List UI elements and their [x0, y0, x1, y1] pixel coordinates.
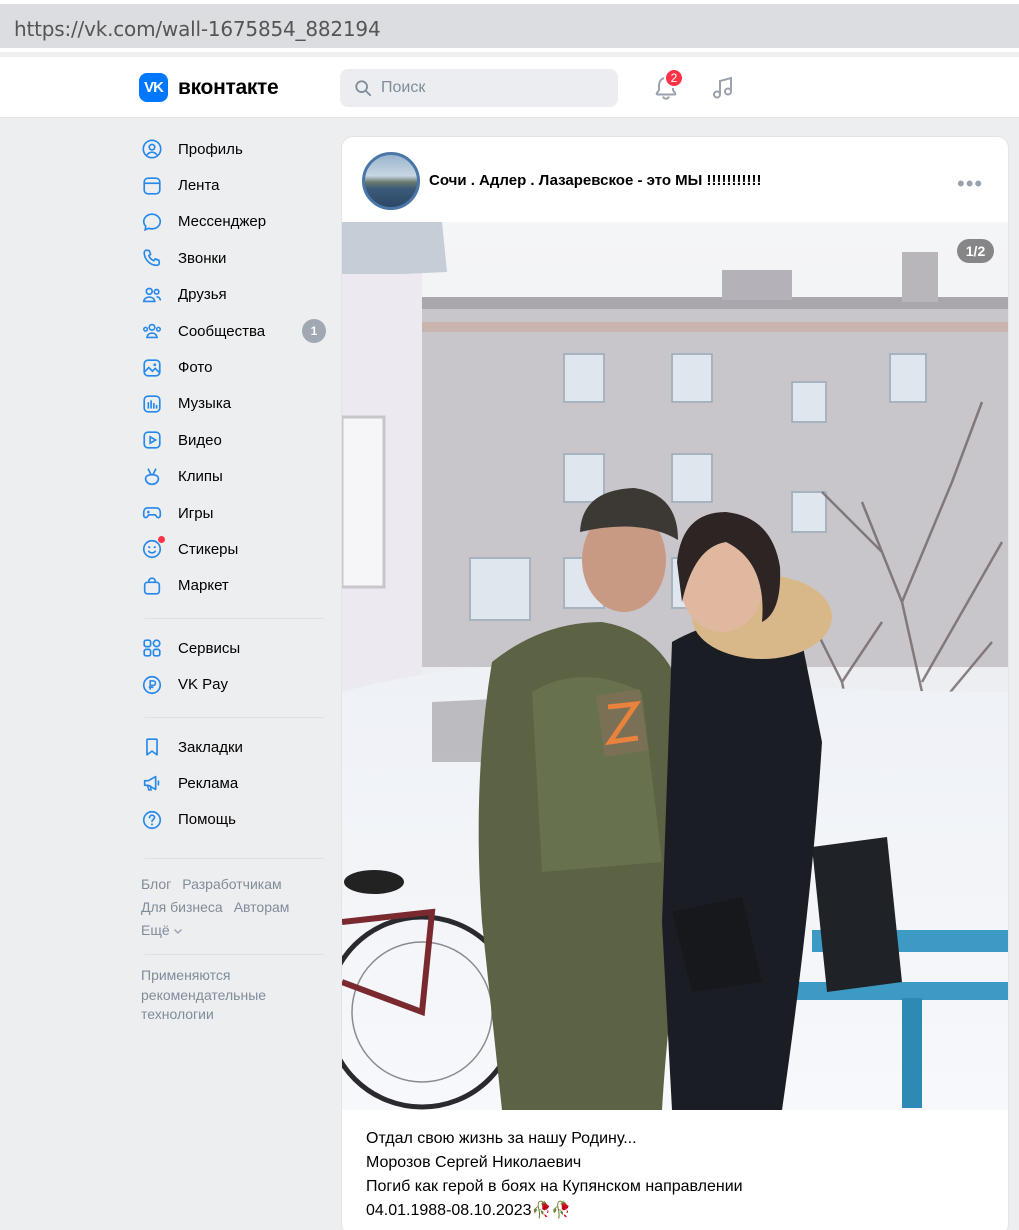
services-icon: [139, 635, 165, 661]
recommendation-tech-note[interactable]: Применяются рекомендательные технологии: [139, 966, 329, 1025]
sidebar-item-label: Друзья: [178, 286, 227, 304]
sidebar-item-label: VK Pay: [178, 676, 229, 694]
url-text[interactable]: https://vk.com/wall-1675854_882194: [14, 17, 381, 41]
sidebar-item-label: Мессенджер: [178, 213, 267, 231]
logo-text: вконтакте: [178, 75, 279, 99]
sidebar-item-label: Маркет: [178, 577, 229, 595]
footer-link-developers[interactable]: Разработчикам: [182, 876, 281, 892]
post-text-line: Отдал свою жизнь за нашу Родину...: [366, 1130, 637, 1147]
clips-icon: [139, 464, 165, 490]
post-header: Сочи . Адлер . Лазаревское - это МЫ !!!!…: [342, 137, 1008, 223]
notifications-badge: 2: [664, 68, 684, 88]
sidebar-item-ads[interactable]: Реклама: [139, 765, 329, 801]
post-text-line: Погиб как герой в боях на Купянском напр…: [366, 1178, 743, 1195]
post-author-name[interactable]: Сочи . Адлер . Лазаревское - это МЫ !!!!…: [429, 172, 761, 189]
sidebar-item-calls[interactable]: Звонки: [139, 240, 329, 276]
post-text: Отдал свою жизнь за нашу Родину... Мороз…: [366, 1127, 743, 1223]
sidebar-item-profile[interactable]: Профиль: [139, 131, 329, 167]
sidebar-item-market[interactable]: Маркет: [139, 568, 329, 604]
sidebar-item-label: Звонки: [178, 249, 227, 267]
music-icon: [139, 391, 165, 417]
footer-link-business[interactable]: Для бизнеса: [141, 899, 223, 915]
sidebar-divider: [145, 954, 324, 956]
community-avatar[interactable]: [362, 152, 420, 210]
top-header: VK вконтакте 2: [0, 57, 1019, 118]
footer-link-blog[interactable]: Блог: [141, 876, 171, 892]
sidebar-item-services[interactable]: Сервисы: [139, 630, 329, 666]
footer-link-authors[interactable]: Авторам: [234, 899, 290, 915]
wall-post: Сочи . Адлер . Лазаревское - это МЫ !!!!…: [341, 136, 1009, 1230]
note-line: технологии: [141, 1006, 214, 1023]
sidebar-item-friends[interactable]: Друзья: [139, 277, 329, 313]
feed-icon: [139, 173, 165, 199]
sidebar-item-label: Клипы: [178, 468, 223, 486]
stickers-new-dot: [158, 536, 165, 544]
photo-counter: 1/2: [957, 239, 994, 263]
sidebar-item-label: Музыка: [178, 395, 232, 413]
more-options-icon[interactable]: •••: [957, 171, 983, 197]
sidebar-item-label: Сервисы: [178, 639, 241, 657]
post-text-line: 04.01.1988-08.10.2023🥀🥀: [366, 1202, 572, 1219]
footer-links: Блог Разработчикам Для бизнеса Авторам Ещё: [139, 873, 329, 942]
note-line: рекомендательные: [141, 986, 267, 1003]
sidebar-item-feed[interactable]: Лента: [139, 167, 329, 203]
sidebar-item-clips[interactable]: Клипы: [139, 459, 329, 495]
friends-icon: [139, 282, 165, 308]
vk-logo-icon: VK: [139, 73, 168, 102]
footer-link-more[interactable]: Ещё: [141, 922, 170, 938]
sidebar-item-label: Помощь: [178, 811, 236, 829]
ads-icon: [139, 770, 165, 796]
search-box[interactable]: [340, 69, 618, 107]
address-bar[interactable]: https://vk.com/wall-1675854_882194: [0, 4, 1019, 48]
sidebar-item-help[interactable]: Помощь: [139, 802, 329, 838]
sidebar-item-label: Видео: [178, 431, 222, 449]
sidebar-item-label: Лента: [178, 177, 220, 195]
sidebar-item-music[interactable]: Музыка: [139, 386, 329, 422]
communities-icon: [139, 318, 165, 344]
vkpay-icon: [139, 672, 165, 698]
sidebar-item-stickers[interactable]: Стикеры: [139, 531, 329, 567]
search-icon: [355, 80, 372, 97]
market-icon: [139, 573, 165, 599]
help-icon: [139, 807, 165, 833]
sidebar-item-label: Профиль: [178, 140, 243, 158]
sidebar-item-label: Стикеры: [178, 540, 239, 558]
sidebar-item-vkpay[interactable]: VK Pay: [139, 666, 329, 702]
sidebar-item-games[interactable]: Игры: [139, 495, 329, 531]
games-icon: [139, 500, 165, 526]
messenger-icon: [139, 209, 165, 235]
video-icon: [139, 427, 165, 453]
sidebar-divider: [145, 858, 324, 860]
sidebar-item-photo[interactable]: Фото: [139, 349, 329, 385]
profile-icon: [139, 136, 165, 162]
sidebar-item-label: Закладки: [178, 738, 243, 756]
left-sidebar: Профиль Лента Мессенджер Звонки Друзья С…: [139, 131, 329, 1025]
sidebar-item-label: Игры: [178, 504, 214, 522]
bookmark-icon: [139, 734, 165, 760]
communities-count-badge: 1: [302, 319, 326, 344]
post-photo[interactable]: [342, 222, 1008, 1110]
vk-logo[interactable]: VK вконтакте: [139, 73, 279, 102]
music-player-icon[interactable]: [709, 74, 737, 102]
sidebar-item-communities[interactable]: Сообщества 1: [139, 313, 329, 349]
sidebar-item-label: Сообщества: [178, 322, 266, 340]
stickers-icon: [139, 536, 165, 562]
note-line: Применяются: [141, 967, 231, 984]
sidebar-item-label: Реклама: [178, 774, 239, 792]
post-text-line: Морозов Сергей Николаевич: [366, 1154, 582, 1171]
sidebar-item-video[interactable]: Видео: [139, 422, 329, 458]
sidebar-divider: [145, 716, 324, 718]
sidebar-item-label: Фото: [178, 359, 213, 377]
sidebar-item-bookmarks[interactable]: Закладки: [139, 729, 329, 765]
phone-icon: [139, 245, 165, 271]
photo-icon: [139, 355, 165, 381]
photo-image: [342, 222, 1008, 1110]
browser-bar: https://vk.com/wall-1675854_882194: [0, 0, 1019, 52]
chevron-down-icon: [173, 929, 182, 935]
search-input[interactable]: [381, 79, 611, 97]
sidebar-divider: [145, 618, 324, 620]
sidebar-item-messenger[interactable]: Мессенджер: [139, 204, 329, 240]
